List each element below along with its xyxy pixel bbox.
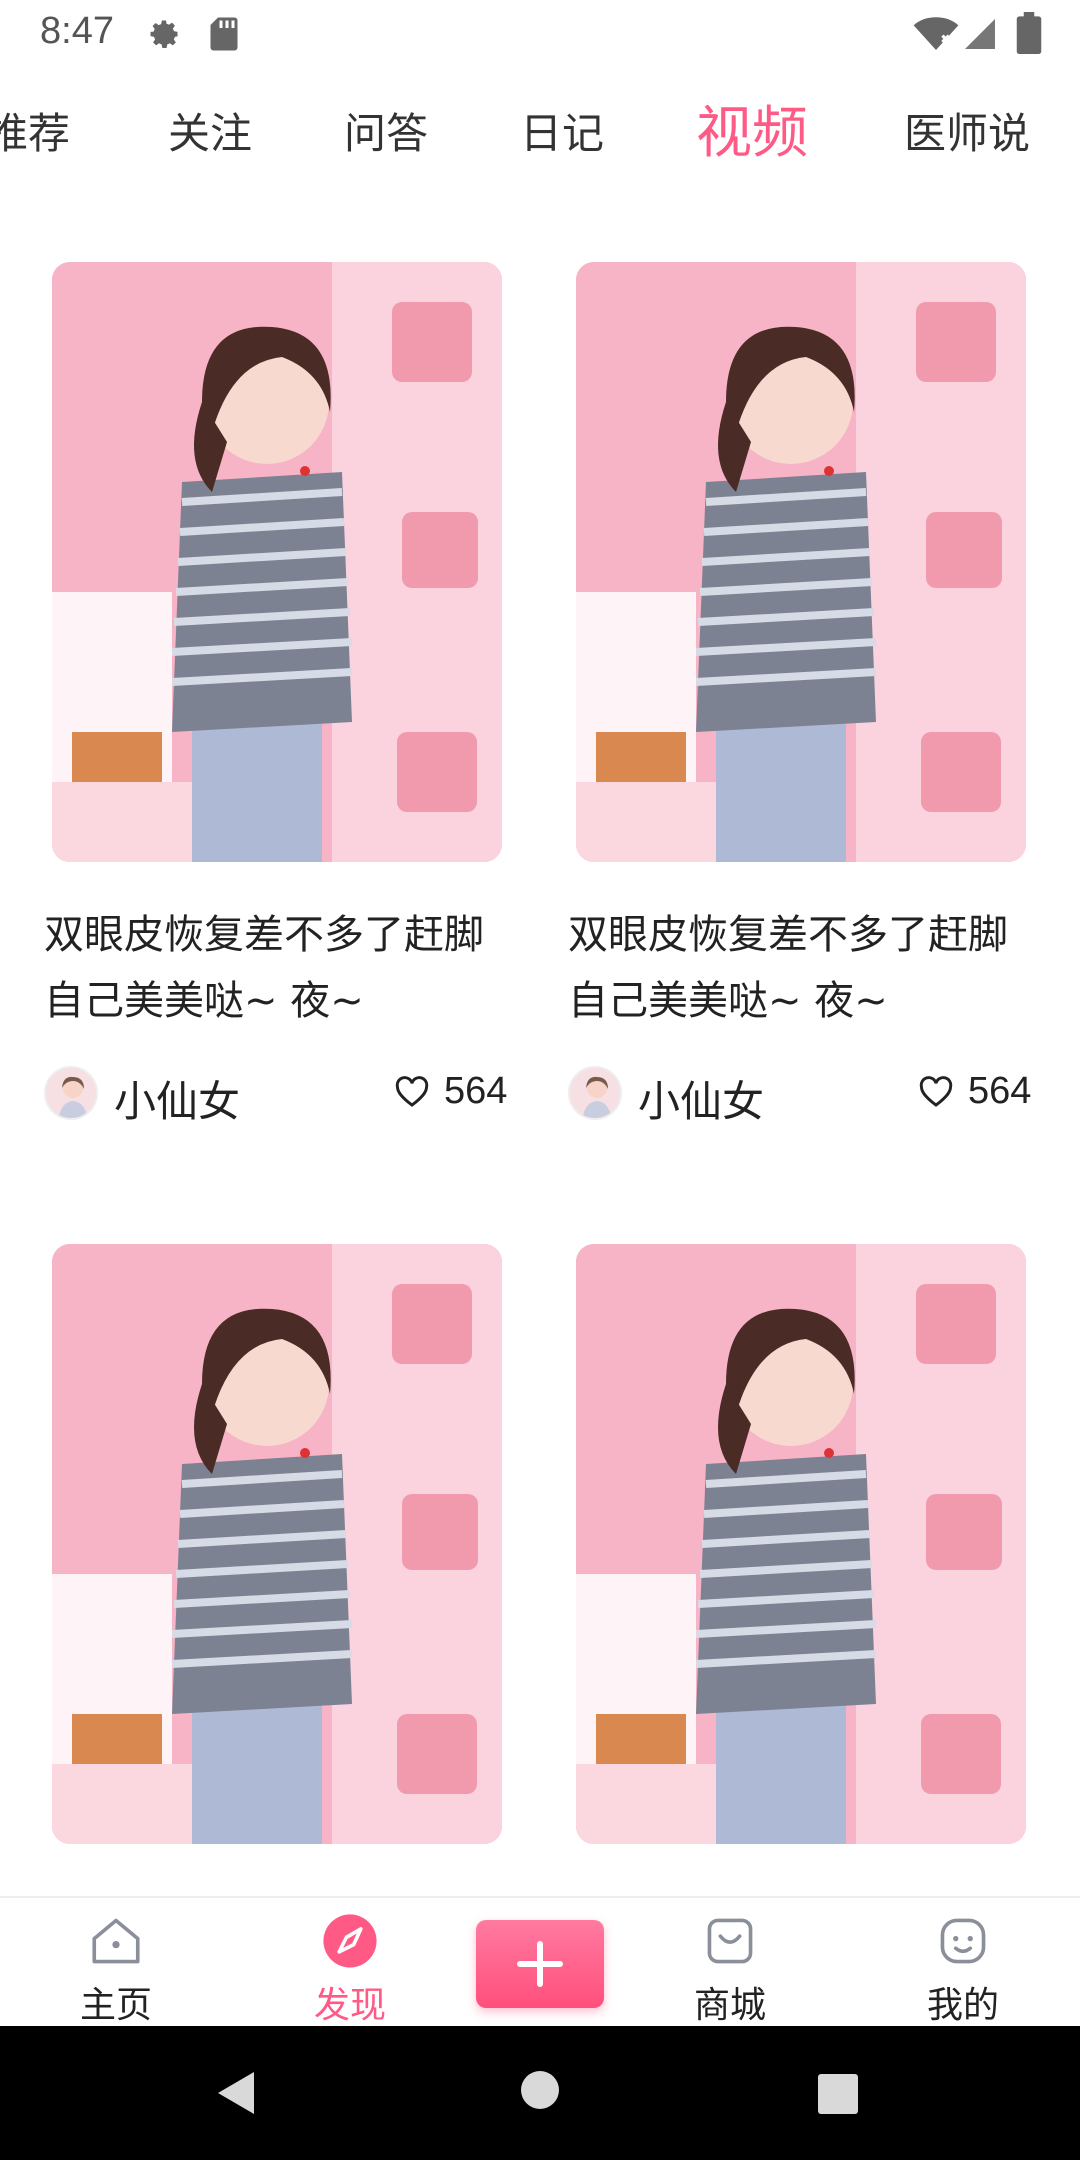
video-thumbnail-image: [52, 1244, 502, 1844]
heart-icon[interactable]: [918, 1076, 954, 1108]
tab-qa[interactable]: 问答: [344, 100, 428, 161]
settings-gear-icon: [150, 20, 179, 48]
nav-discover-label: 发现: [313, 1985, 386, 2026]
status-bar: 8:47: [0, 0, 1080, 66]
tab-follow[interactable]: 关注: [168, 100, 252, 161]
tab-recommend[interactable]: 推荐: [0, 100, 70, 161]
back-icon[interactable]: [214, 2068, 264, 2118]
video-thumbnail[interactable]: [52, 262, 502, 862]
video-thumbnail-image: [576, 262, 1026, 862]
video-thumbnail[interactable]: [52, 1244, 502, 1844]
nav-home[interactable]: 主页: [56, 1912, 176, 2028]
shop-icon: [707, 1918, 753, 1964]
card-meta: 小仙女 564: [44, 1062, 514, 1126]
signal-icon: [965, 19, 995, 49]
nav-home-label: 主页: [79, 1985, 152, 2026]
wifi-icon: [913, 17, 959, 50]
sd-card-icon: [210, 17, 238, 51]
nav-discover[interactable]: 发现: [290, 1912, 410, 2028]
avatar[interactable]: [44, 1066, 98, 1120]
author-name[interactable]: 小仙女: [638, 1068, 764, 1129]
post-button[interactable]: [476, 1920, 604, 2008]
author-name[interactable]: 小仙女: [114, 1068, 240, 1129]
like-count: 564: [444, 1070, 508, 1112]
nav-mine-label: 我的: [926, 1985, 999, 2026]
battery-icon: [1016, 12, 1042, 54]
video-title[interactable]: 双眼皮恢复差不多了赶脚自己美美哒~ 夜~: [568, 902, 1038, 1034]
heart-icon[interactable]: [394, 1076, 430, 1108]
video-thumbnail[interactable]: [576, 1244, 1026, 1844]
nav-shop-label: 商城: [693, 1985, 766, 2026]
tab-diary[interactable]: 日记: [520, 100, 604, 161]
system-nav-bar: [0, 2026, 1080, 2160]
tab-video[interactable]: 视频: [696, 88, 808, 169]
card-meta: 小仙女 564: [568, 1062, 1038, 1126]
video-thumbnail[interactable]: [576, 262, 1026, 862]
avatar[interactable]: [568, 1066, 622, 1120]
nav-shop[interactable]: 商城: [670, 1912, 790, 2028]
video-thumbnail-image: [52, 262, 502, 862]
tab-doctor[interactable]: 医师说: [904, 100, 1030, 161]
plus-icon: [517, 1941, 563, 1987]
home-circle-icon[interactable]: [520, 2070, 560, 2110]
compass-icon: [323, 1914, 377, 1968]
home-icon: [92, 1918, 140, 1964]
video-title[interactable]: 双眼皮恢复差不多了赶脚自己美美哒~ 夜~: [44, 902, 514, 1034]
status-time: 8:47: [40, 10, 114, 52]
category-tabs: 推荐 关注 问答 日记 视频 医师说: [0, 86, 1080, 172]
video-thumbnail-image: [576, 1244, 1026, 1844]
like-count: 564: [968, 1070, 1032, 1112]
nav-mine[interactable]: 我的: [903, 1912, 1023, 2028]
recent-apps-icon[interactable]: [818, 2074, 858, 2114]
bottom-nav: 主页 发现 商城 我的: [0, 1896, 1080, 2026]
smile-icon: [940, 1918, 986, 1964]
